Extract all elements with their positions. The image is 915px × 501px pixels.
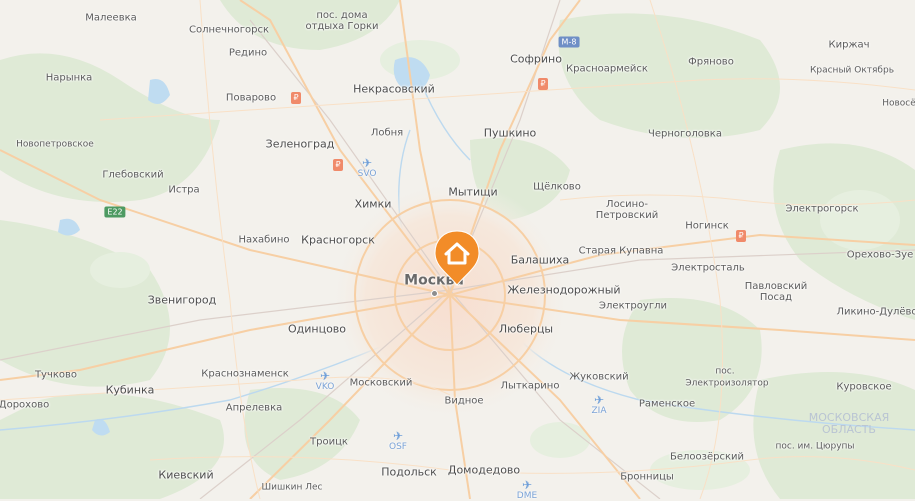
place-label-kurovskoe: Куровское (836, 381, 892, 393)
airport-code: DME (516, 491, 538, 501)
place-label-shchyolkovo: Щёлково (533, 181, 581, 193)
fuel-station-icon[interactable]: ₽ (291, 92, 301, 104)
region-label-moscow-oblast: МОСКОВСКАЯ ОБЛАСТЬ (808, 411, 890, 436)
place-label-krasnogorsk: Красногорск (301, 233, 375, 247)
place-label-pushkino: Пушкино (483, 126, 537, 140)
fuel-station-icon[interactable]: ₽ (736, 230, 746, 242)
place-label-noginsk: Ногинск (685, 220, 729, 232)
place-label-nakhabino: Нахабино (238, 234, 290, 246)
location-dot (431, 290, 438, 297)
place-label-chernogolovka: Черноголовка (648, 128, 722, 140)
place-label-vidnoe: Видное (444, 395, 484, 407)
place-label-narynka: Нарынка (45, 72, 93, 84)
fuel-station-icon[interactable]: ₽ (538, 78, 548, 90)
place-label-lytkarino: Лыткарино (500, 380, 560, 392)
place-label-aprelevka: Апрелевка (225, 402, 283, 414)
place-label-bronnitsy: Бронницы (620, 471, 674, 483)
airport-osf[interactable]: ✈ OSF (389, 430, 407, 452)
place-label-kubinka: Кубинка (105, 383, 155, 397)
place-label-nekrasovsky: Некрасовский (353, 82, 435, 96)
place-label-zheleznodorozhny: Железнодорожный (507, 283, 621, 297)
airport-vko[interactable]: ✈ VKO (316, 370, 335, 392)
place-label-krasny-oktyabr: Красный Октябрь (809, 65, 895, 76)
place-label-redino: Редино (228, 47, 268, 59)
fuel-station-icon[interactable]: ₽ (333, 159, 343, 171)
place-label-sofrino: Софрино (510, 52, 562, 66)
place-label-krasnoznamensk: Краснознаменск (201, 368, 289, 380)
place-label-odintsovo: Одинцово (287, 322, 347, 336)
place-label-domodedovo: Домодедово (447, 463, 521, 477)
airport-svo[interactable]: ✈ SVO (358, 157, 377, 179)
airport-code: ZIA (591, 406, 607, 416)
road-shield-e22: E22 (104, 206, 126, 218)
place-label-pos: пос. (715, 366, 735, 377)
place-label-elektrougli: Электроугли (599, 300, 667, 312)
place-label-novopetrovskoe: Новопетровское (16, 139, 94, 150)
airplane-icon: ✈ (593, 393, 605, 407)
airport-code: VKO (315, 382, 335, 392)
airplane-icon: ✈ (392, 429, 404, 443)
place-label-lobnya: Лобня (370, 127, 404, 139)
place-label-zhukovsky: Жуковский (569, 371, 629, 383)
place-label-ramenskoe: Раменское (638, 398, 696, 410)
place-label-zelenograd: Зеленоград (265, 137, 335, 151)
place-label-kievsky: Киевский (158, 468, 214, 482)
airport-code: OSF (389, 442, 407, 452)
place-label-khimki: Химки (354, 197, 392, 211)
place-label-kirzhach: Киржач (828, 39, 870, 51)
place-label-shishkin-les: Шишкин Лес (261, 482, 323, 493)
airplane-icon: ✈ (521, 478, 533, 492)
airplane-icon: ✈ (319, 369, 331, 383)
place-label-gorki: пос. дома отдыха Горки (305, 10, 379, 32)
place-label-istra: Истра (168, 184, 200, 196)
location-pin[interactable] (433, 229, 481, 287)
place-label-fryanovo: Фряново (688, 56, 734, 68)
place-label-moskovsky: Московский (349, 377, 413, 389)
place-label-dorokhovo: Дорохово (0, 399, 50, 411)
place-label-maleevka: Малеевка (85, 12, 137, 24)
place-label-elektrostal: Электросталь (671, 262, 745, 274)
place-label-orekhovo: Орехово-Зуе (846, 249, 914, 261)
place-label-podolsk: Подольск (381, 465, 437, 479)
airport-zia[interactable]: ✈ ZIA (592, 394, 607, 416)
place-label-belozyorsky: Белоозёрский (670, 451, 744, 463)
place-label-krasnoarmeysk: Красноармейск (566, 63, 648, 75)
place-label-elektrogorsk: Электрогорск (785, 203, 859, 215)
airplane-icon: ✈ (361, 156, 373, 170)
place-label-tsyurupy: пос. им. Цюрупы (775, 441, 855, 452)
place-label-zvenigorod: Звенигород (147, 293, 217, 307)
place-label-staraya-kupavna: Старая Купавна (578, 245, 664, 257)
place-label-novos: Новосё (882, 98, 915, 109)
airport-dme[interactable]: ✈ DME (517, 479, 537, 501)
place-label-solnechnogorsk: Солнечногорск (188, 24, 270, 36)
place-label-balashikha: Балашиха (510, 253, 570, 267)
place-label-elektroizolyator: Электроизолятор (685, 378, 769, 389)
place-label-mytishchi: Мытищи (448, 185, 498, 199)
airport-code: SVO (357, 169, 377, 179)
place-label-likino: Ликино-Дулёво (836, 306, 915, 318)
place-label-troitsk: Троицк (310, 436, 348, 448)
place-label-glebovsky: Глебовский (102, 169, 164, 181)
road-shield-m8: M-8 (558, 36, 580, 48)
place-label-lyubertsy: Люберцы (498, 322, 554, 336)
place-label-tuchkovo: Тучково (34, 369, 78, 381)
place-label-povarovo: Поварово (225, 92, 277, 104)
place-label-pavlovsky-posad: Павловский Посад (744, 281, 808, 303)
place-label-losino: Лосино- Петровский (595, 199, 659, 221)
